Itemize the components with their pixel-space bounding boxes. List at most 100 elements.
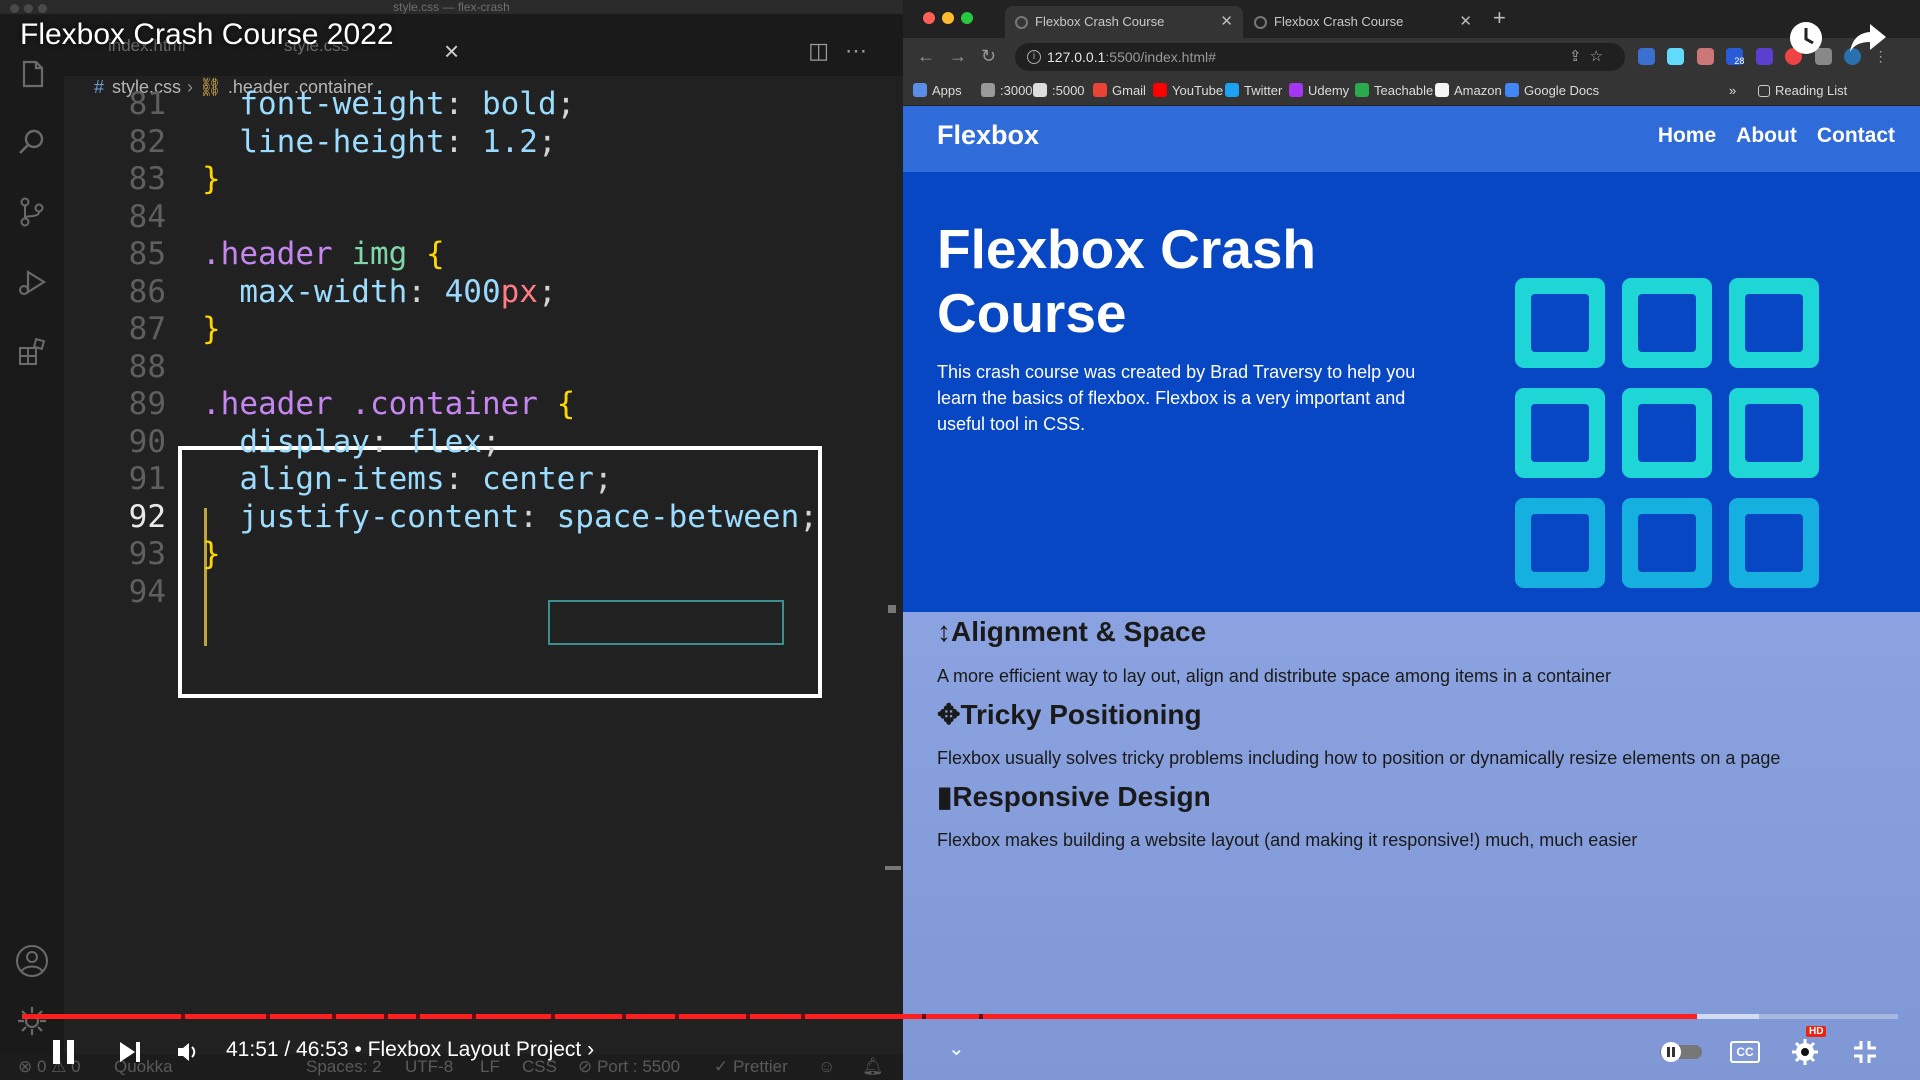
chapter-marker: [978, 1014, 983, 1019]
bookmark-item[interactable]: Apps: [913, 76, 962, 106]
bookmark-label: Gmail: [1112, 83, 1146, 98]
forward-icon[interactable]: →: [949, 46, 967, 67]
bookmark-item[interactable]: Amazon: [1435, 76, 1502, 106]
exit-fullscreen-icon[interactable]: [1852, 1030, 1878, 1074]
bookmark-item[interactable]: :5000: [1033, 76, 1085, 106]
mobile-icon: ▮: [937, 781, 953, 812]
split-editor-icon[interactable]: ◫: [808, 38, 845, 63]
chevron-down-icon[interactable]: ⌄: [948, 1036, 965, 1061]
share-arrow-icon[interactable]: [1848, 20, 1888, 56]
browser-tab[interactable]: Flexbox Crash Course ✕: [1244, 6, 1482, 38]
source-control-icon[interactable]: [10, 190, 54, 234]
chapter-marker: [746, 1014, 751, 1019]
run-debug-icon[interactable]: [10, 260, 54, 304]
site-info-icon[interactable]: i: [1027, 50, 1041, 64]
vscode-window: style.css — flex-crash index.html style.…: [0, 0, 903, 1080]
feature-title: ▮Responsive Design: [937, 781, 1211, 812]
reading-list[interactable]: Reading List: [1758, 76, 1847, 106]
back-icon[interactable]: ←: [917, 46, 935, 67]
hero-section: Flexbox Crash Course This crash course w…: [903, 172, 1920, 612]
extension-icon[interactable]: [1638, 48, 1655, 66]
chapter-marker: [551, 1014, 556, 1019]
new-tab-icon[interactable]: +: [1493, 5, 1506, 31]
close-tab-icon[interactable]: ✕: [1459, 6, 1472, 38]
scrollbar-marker: [885, 866, 901, 870]
bookmark-item[interactable]: Teachable: [1355, 76, 1433, 106]
browser-tab[interactable]: Flexbox Crash Course ✕: [1005, 6, 1243, 38]
extensions-icon[interactable]: [10, 330, 54, 374]
code-line[interactable]: 94: [64, 569, 903, 615]
captions-button[interactable]: CC: [1730, 1030, 1760, 1074]
next-video-icon[interactable]: [118, 1030, 144, 1074]
bookmark-label: :5000: [1052, 83, 1085, 98]
watch-later-clock-icon[interactable]: [1788, 20, 1824, 56]
code-token: {: [425, 236, 445, 272]
grid-square: [1622, 498, 1712, 588]
video-title[interactable]: Flexbox Crash Course 2022: [20, 18, 394, 52]
url-actions: ⇪☆: [1569, 43, 1611, 71]
grid-square: [1729, 278, 1819, 368]
search-icon[interactable]: [10, 120, 54, 164]
bookmark-label: YouTube: [1172, 83, 1224, 98]
share-icon[interactable]: ⇪: [1569, 48, 1590, 65]
bookmark-label: Udemy: [1308, 83, 1350, 98]
maximize-window-icon[interactable]: [961, 12, 973, 24]
accounts-icon[interactable]: [10, 939, 54, 983]
bookmarks-overflow-icon[interactable]: »: [1729, 76, 1736, 106]
bookmark-item[interactable]: Gmail: [1093, 76, 1146, 106]
close-window-icon[interactable]: [923, 12, 935, 24]
bookmark-item[interactable]: Udemy: [1289, 76, 1349, 106]
bookmark-item[interactable]: :3000: [981, 76, 1033, 106]
web-page: Flexbox Home About Contact Flexbox Crash C…: [903, 106, 1920, 1080]
played-bar: [22, 1014, 1698, 1019]
nav-home-link[interactable]: Home: [1658, 124, 1716, 147]
bookmark-star-icon[interactable]: ☆: [1590, 48, 1611, 65]
extension-icon[interactable]: 28: [1726, 48, 1744, 66]
code-token: :: [369, 423, 408, 460]
nav-contact-link[interactable]: Contact: [1817, 124, 1895, 147]
code-token: img: [351, 236, 408, 272]
site-nav: Home About Contact: [1638, 124, 1895, 148]
bookmark-item[interactable]: Twitter: [1225, 76, 1282, 106]
minimize-window-icon[interactable]: [942, 12, 954, 24]
address-bar[interactable]: i 127.0.0.1:5500/index.html# ⇪☆: [1015, 43, 1625, 71]
bookmark-favicon-icon: [1289, 83, 1303, 97]
autoplay-toggle[interactable]: [1658, 1030, 1704, 1074]
video-progress-bar[interactable]: [22, 1014, 1898, 1019]
extension-icon[interactable]: [1696, 48, 1714, 66]
feature-text: A more efficient way to lay out, align a…: [937, 666, 1612, 686]
close-tab-icon[interactable]: ×: [444, 38, 459, 64]
code-token: :: [407, 273, 445, 310]
more-actions-icon[interactable]: ⋯: [845, 38, 883, 63]
bookmark-item[interactable]: Google Docs: [1505, 76, 1599, 106]
chapter-marker: [800, 1014, 805, 1019]
bookmark-label: Teachable: [1374, 83, 1434, 98]
chapter-title[interactable]: • Flexbox Layout Project ›: [354, 1038, 594, 1061]
grid-square: [1729, 498, 1819, 588]
code-token: ;: [481, 423, 501, 460]
url-host: 127.0.0.1: [1047, 49, 1106, 65]
extension-icon[interactable]: [1755, 48, 1773, 66]
volume-icon[interactable]: [176, 1030, 200, 1074]
code-token: :: [444, 461, 482, 497]
nav-about-link[interactable]: About: [1736, 124, 1797, 147]
react-devtools-icon[interactable]: [1667, 48, 1685, 66]
site-logo[interactable]: Flexbox: [937, 120, 1039, 151]
pause-icon[interactable]: [50, 1030, 78, 1074]
close-tab-icon[interactable]: ✕: [1220, 6, 1233, 38]
hero-description: This crash course was created by Brad Tr…: [937, 362, 1416, 434]
bookmark-favicon-icon: [1153, 83, 1167, 97]
settings-gear-icon[interactable]: HD: [1790, 1026, 1827, 1074]
explorer-icon[interactable]: [10, 52, 54, 96]
code-token: }: [202, 311, 221, 347]
window-controls[interactable]: [923, 11, 980, 29]
code-token: font-weight: [239, 86, 445, 122]
code-token: :: [444, 86, 482, 122]
globe-icon: [1015, 16, 1028, 29]
chapter-marker: [265, 1014, 270, 1019]
reload-icon[interactable]: ↻: [981, 46, 996, 67]
bookmark-item[interactable]: YouTube: [1153, 76, 1223, 106]
code-editor[interactable]: 81 font-weight: bold; 82 line-height: 1.2…: [64, 86, 903, 1000]
browser-window: Flexbox Crash Course ✕ Flexbox Crash Cou…: [903, 0, 1920, 1080]
